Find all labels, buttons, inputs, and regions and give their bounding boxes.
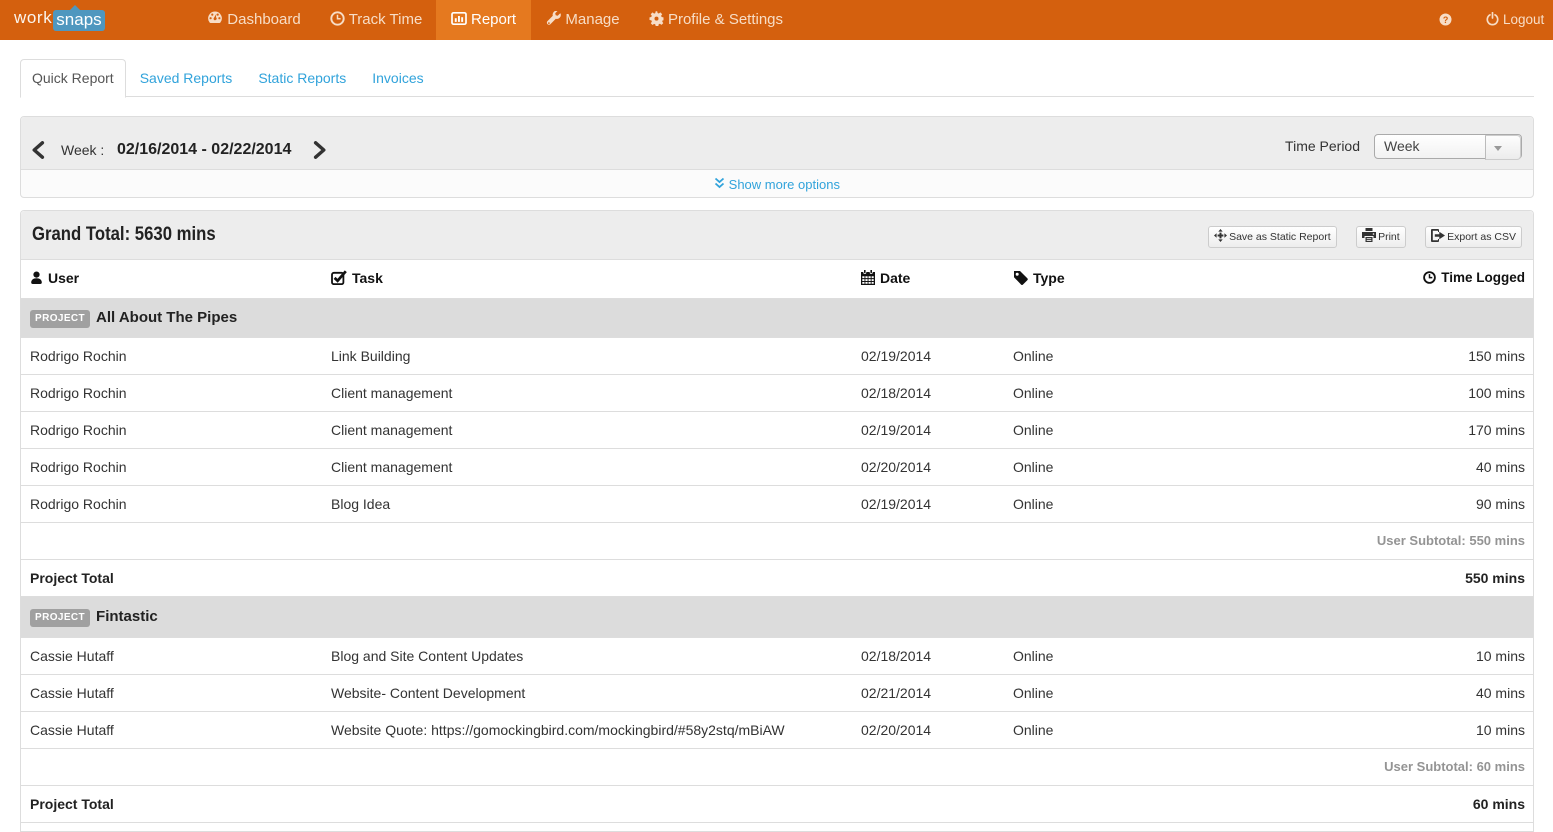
svg-text:?: ? [1442,15,1448,25]
